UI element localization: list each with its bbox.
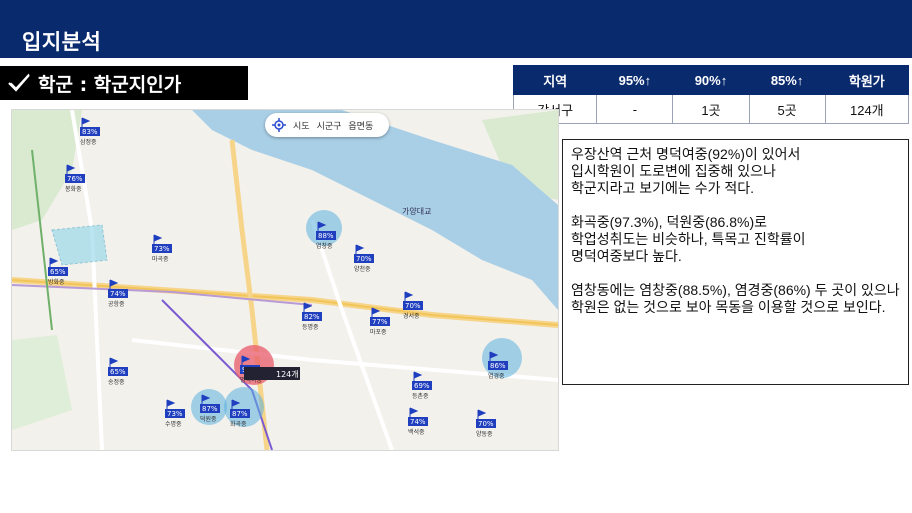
table-cell: 5곳	[748, 94, 826, 124]
note-paragraph: 화곡중(97.3%), 덕원중(86.8%)로 학업성취도는 비슷하나, 특목고…	[571, 214, 806, 264]
header-bar: 입지분석	[0, 0, 912, 58]
highlight-circle-yeomgyeong	[482, 338, 522, 378]
table-row: 강서구 - 1곳 5곳 124개	[512, 94, 910, 124]
school-marker-percent: 87%	[202, 405, 218, 413]
school-marker-name: 백석중	[408, 428, 425, 436]
map-level-sigungu[interactable]: 시군구	[317, 119, 342, 132]
checkmark-icon	[8, 73, 30, 92]
table-header: 85%↑	[748, 65, 826, 95]
table-header: 90%↑	[672, 65, 750, 95]
school-marker-percent: 86%	[490, 362, 506, 370]
map-level-control[interactable]: 시도 시군구 읍면동	[265, 113, 389, 137]
table-cell: 1곳	[672, 94, 750, 124]
table-header-row: 지역 95%↑ 90%↑ 85%↑ 학원가	[512, 65, 910, 95]
school-marker-name: 염경중	[488, 372, 505, 380]
school-marker-percent: 70%	[356, 255, 372, 263]
map-level-eupmyeondong[interactable]: 읍면동	[348, 119, 373, 132]
table-cell: -	[596, 94, 674, 124]
school-marker-name: 삼정중	[80, 138, 97, 146]
school-marker-percent: 73%	[154, 245, 170, 253]
school-marker-name: 등촌중	[412, 392, 429, 400]
location-target-icon[interactable]	[272, 118, 286, 132]
school-marker-name: 경서중	[403, 312, 420, 320]
school-marker-percent: 69%	[414, 382, 430, 390]
school-marker-percent: 73%	[167, 410, 183, 418]
school-marker-percent: 65%	[50, 268, 66, 276]
table-header: 지역	[512, 65, 598, 95]
school-marker-name: 양동중	[476, 430, 493, 438]
table-cell: 124개	[824, 94, 910, 124]
school-marker-name: 등명중	[302, 323, 319, 331]
school-marker-name: 봉화중	[65, 185, 82, 193]
school-marker-percent: 77%	[372, 318, 388, 326]
map-canvas[interactable]: 가양대교 83% 삼정중 76% 봉화중 73% 마곡중 65% 방화중 74% 공항중 88% 염창…	[12, 110, 558, 450]
table-header: 95%↑	[596, 65, 674, 95]
page-title: 입지분석	[22, 30, 102, 54]
school-district-map[interactable]: 가양대교 83% 삼정중 76% 봉화중 73% 마곡중 65% 방화중 74% 공항중 88% 염창…	[11, 109, 559, 451]
school-marker-percent: 76%	[67, 175, 83, 183]
school-marker-name: 양천중	[354, 265, 371, 273]
school-marker-name: 송정중	[108, 378, 125, 386]
school-marker-name: 수명중	[165, 420, 182, 428]
school-marker-percent: 70%	[405, 302, 421, 310]
school-marker-percent: 87%	[232, 410, 248, 418]
map-level-sido[interactable]: 시도	[293, 119, 310, 132]
section-label-text: 학군 : 학군지인가	[38, 73, 182, 96]
academy-count-badge: 124개	[276, 369, 299, 379]
analysis-note: 우장산역 근처 명덕여중(92%)이 있어서 입시학원이 도로변에 집중해 있으…	[562, 139, 909, 385]
school-marker-percent: 70%	[478, 420, 494, 428]
school-marker-name: 화곡중	[230, 421, 247, 428]
school-marker-percent: 65%	[110, 368, 126, 376]
table-header: 학원가	[824, 65, 910, 95]
school-marker-percent: 88%	[318, 232, 334, 240]
note-paragraph: 우장산역 근처 명덕여중(92%)이 있어서 입시학원이 도로변에 집중해 있으…	[571, 146, 801, 196]
section-label: 학군 : 학군지인가	[0, 66, 248, 100]
school-marker-name: 공항중	[108, 300, 125, 308]
school-marker-percent: 74%	[410, 418, 426, 426]
highlight-circle-yeomchang	[306, 210, 342, 246]
school-marker-percent: 82%	[304, 313, 320, 321]
river-bridge-label: 가양대교	[402, 207, 431, 216]
school-marker-name: 덕원중	[200, 415, 217, 423]
school-marker-name: 염창중	[316, 242, 333, 250]
stats-table: 지역 95%↑ 90%↑ 85%↑ 학원가 강서구 - 1곳 5곳 124개	[512, 65, 910, 124]
school-marker-percent: 74%	[110, 290, 126, 298]
school-marker-name: 마곡중	[152, 255, 169, 263]
school-marker-name: 마포중	[370, 328, 387, 336]
note-paragraph: 염창동에는 염창중(88.5%), 염경중(86%) 두 곳이 있으나 학원은 …	[571, 282, 900, 315]
school-marker-percent: 83%	[82, 128, 98, 136]
school-marker-name: 방화중	[48, 278, 65, 286]
